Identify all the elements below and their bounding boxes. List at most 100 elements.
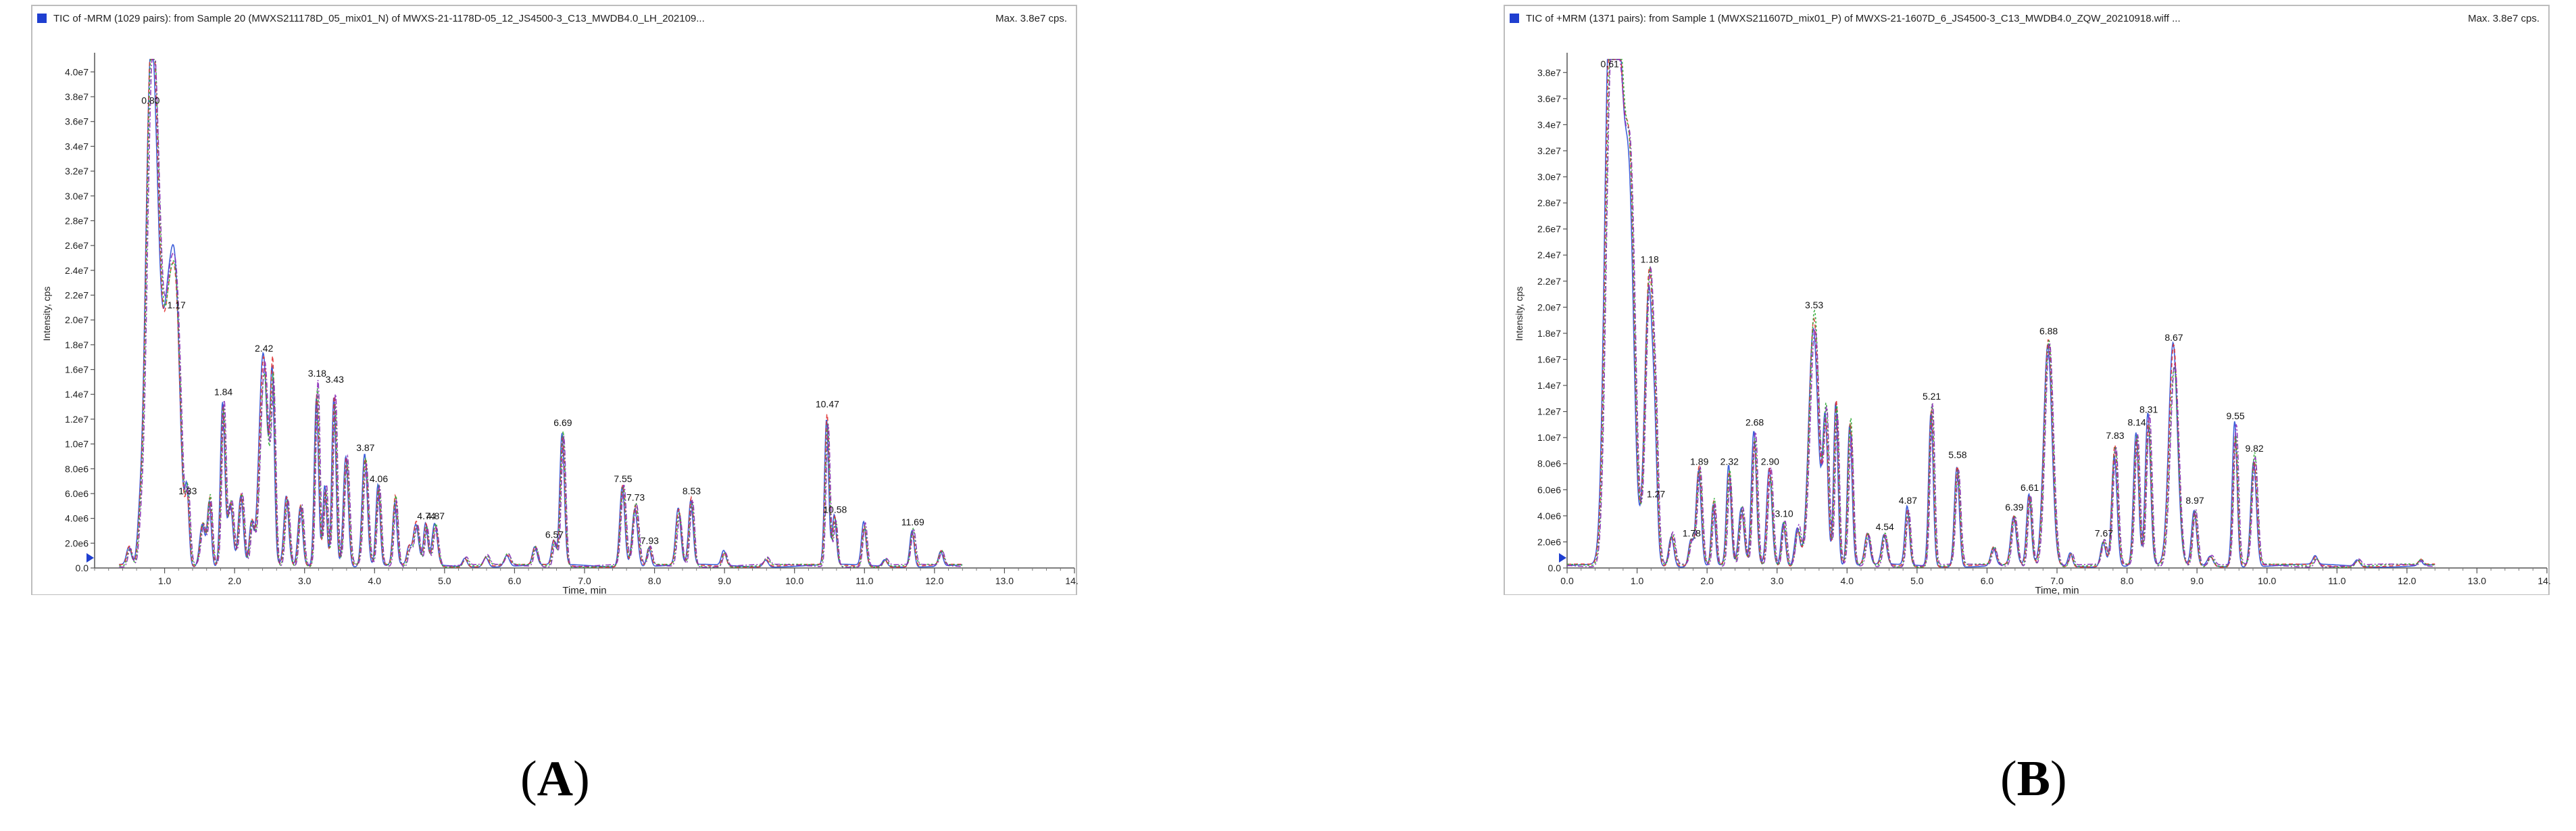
y-tick-label: 1.4e7 [65,389,89,400]
peak-label: 1.17 [168,300,186,310]
y-tick-label: 2.6e7 [1537,224,1561,235]
y-tick-label: 8.0e6 [1537,458,1561,469]
peak-label: 10.58 [823,504,847,515]
x-tick-label: 1.0 [158,575,172,586]
y-tick-label: 2.0e7 [65,314,89,325]
x-tick-label: 13.0 [2468,575,2486,586]
y-axis-label: Intensity, cps [1514,287,1525,341]
x-tick-label: 10.0 [2258,575,2276,586]
x-tick-label: 11.0 [2328,575,2346,586]
y-tick-label: 2.8e7 [1537,197,1561,208]
x-tick-label: 4.0 [1841,575,1854,586]
peak-label: 2.32 [1720,456,1739,467]
y-tick-label: 1.0e7 [1537,432,1561,443]
y-tick-label: 3.4e7 [65,141,89,151]
x-tick-label: 4.0 [368,575,382,586]
y-tick-label: 1.4e7 [1537,380,1561,391]
peak-label: 6.88 [2039,326,2058,337]
x-tick-label: 0.0 [1560,575,1574,586]
peak-label: 9.55 [2226,410,2244,421]
chromatogram-a-chart: TIC of -MRM (1029 pairs): from Sample 20… [31,5,1078,595]
y-tick-label: 1.8e7 [1537,328,1561,339]
max-intensity-label: Max. 3.8e7 cps. [2468,13,2540,24]
y-tick-label: 1.6e7 [65,364,89,375]
peak-label: 4.87 [1899,495,1917,506]
y-tick-label: 3.0e7 [1537,172,1561,183]
peak-label: 6.61 [2021,482,2039,493]
y-tick-label: 3.2e7 [1537,145,1561,156]
peak-label: 0.80 [141,95,159,105]
max-intensity-label: Max. 3.8e7 cps. [995,13,1067,24]
y-tick-label: 3.2e7 [65,166,89,176]
x-tick-label: 3.0 [1770,575,1784,586]
title-marker-icon [1510,14,1519,23]
peak-label: 7.55 [614,473,632,484]
peak-label: 3.53 [1805,300,1823,310]
peak-label: 9.82 [2245,443,2263,454]
x-tick-label: 13.0 [995,575,1014,586]
peak-label: 1.18 [1641,254,1659,265]
y-tick-label: 1.8e7 [65,339,89,350]
y-tick-label: 2.4e7 [1537,250,1561,260]
panel-label-a: (A) [520,751,590,807]
y-tick-label: 3.8e7 [65,91,89,102]
peak-label: 5.21 [1923,391,1941,402]
peak-label: 7.83 [2106,430,2124,441]
peak-label: 1.78 [1683,527,1701,538]
peak-label: 8.14 [2127,417,2146,428]
y-tick-label: 1.6e7 [1537,354,1561,364]
y-tick-label: 2.2e7 [65,289,89,300]
y-tick-label: 3.6e7 [1537,93,1561,104]
x-tick-label: 14.0 [2537,575,2550,586]
chromatogram-panel-b: TIC of +MRM (1371 pairs): from Sample 1 … [1503,0,2550,595]
peak-label: 1.89 [1690,456,1708,467]
peak-label: 2.68 [1745,417,1764,428]
peak-label: 6.57 [545,529,564,540]
x-tick-label: 8.0 [648,575,662,586]
y-tick-label: 4.0e7 [65,66,89,77]
x-tick-label: 5.0 [1910,575,1924,586]
peak-label: 2.42 [255,343,273,354]
x-tick-label: 9.0 [718,575,731,586]
peak-label: 7.73 [626,492,645,502]
y-axis-label: Intensity, cps [41,287,52,341]
x-tick-label: 6.0 [1981,575,1994,586]
y-tick-label: 6.0e6 [65,488,89,499]
peak-label: 5.58 [1948,450,1966,460]
peak-label: 3.10 [1775,508,1793,519]
peak-label: 7.67 [2095,527,2113,538]
chart-title: TIC of +MRM (1371 pairs): from Sample 1 … [1526,13,2181,24]
y-tick-label: 3.0e7 [65,191,89,201]
x-tick-label: 12.0 [925,575,943,586]
peak-label: 8.97 [2185,495,2204,506]
y-tick-label: 0.0 [76,563,89,573]
peak-label: 4.54 [1876,521,1894,532]
chart-title: TIC of -MRM (1029 pairs): from Sample 20… [53,13,705,24]
x-axis-label: Time, min [2035,585,2079,595]
peak-label: 1.33 [178,485,197,496]
x-tick-label: 2.0 [228,575,241,586]
x-tick-label: 10.0 [785,575,803,586]
peak-label: 2.90 [1761,456,1779,467]
panel-label-b: (B) [2000,751,2067,807]
peak-label: 7.93 [641,535,659,546]
y-tick-label: 2.0e7 [1537,302,1561,312]
x-tick-label: 2.0 [1700,575,1714,586]
title-marker-icon [37,14,47,23]
y-tick-label: 3.4e7 [1537,119,1561,130]
y-tick-label: 1.2e7 [1537,406,1561,417]
y-tick-label: 2.6e7 [65,240,89,251]
peak-label: 1.27 [1647,489,1665,500]
y-tick-label: 0.0 [1548,563,1562,573]
x-axis-label: Time, min [562,585,606,595]
x-tick-label: 9.0 [2190,575,2204,586]
peak-label: 11.69 [901,517,924,527]
y-tick-label: 4.0e6 [1537,511,1561,521]
x-tick-label: 11.0 [856,575,873,586]
y-tick-label: 3.6e7 [65,116,89,127]
y-tick-label: 1.2e7 [65,414,89,425]
peak-label: 3.43 [326,374,344,385]
y-tick-label: 8.0e6 [65,463,89,474]
x-tick-label: 3.0 [298,575,312,586]
peak-label: 6.39 [2005,502,2023,513]
